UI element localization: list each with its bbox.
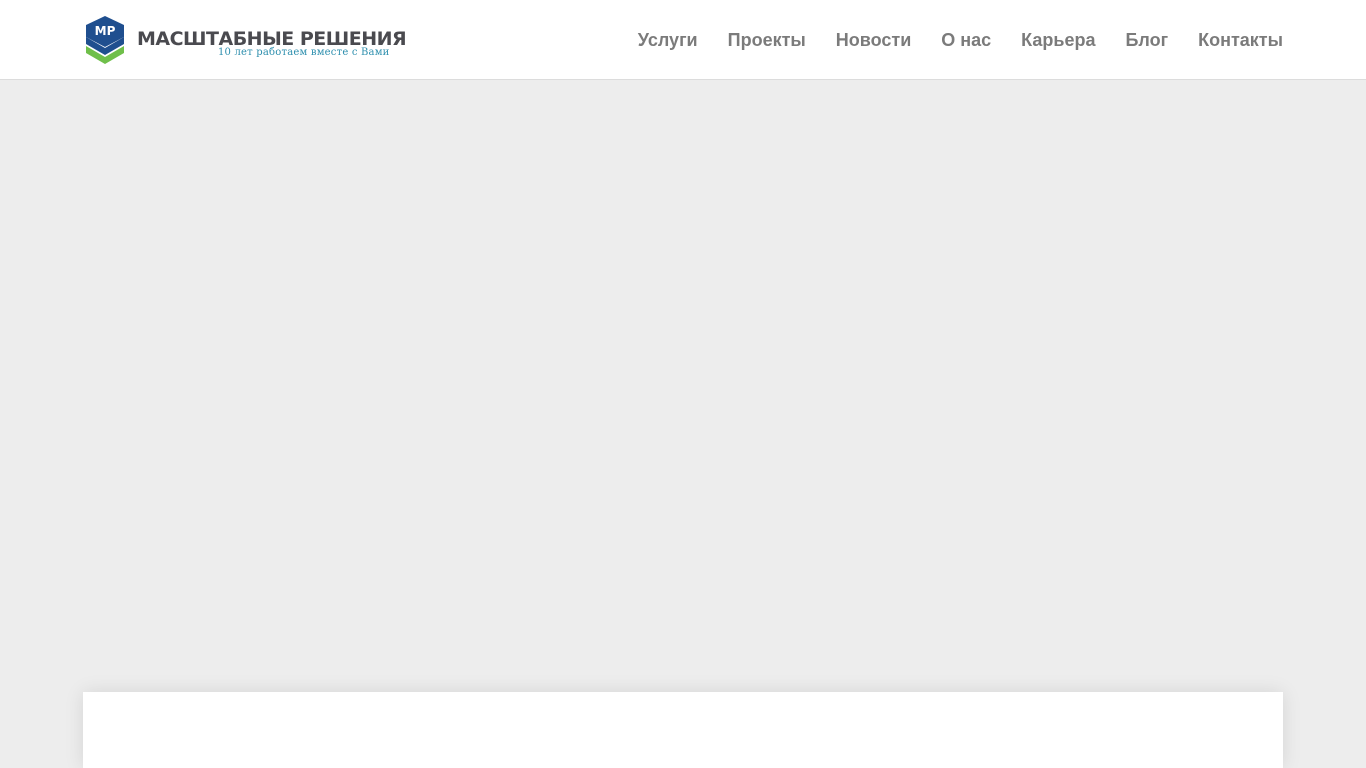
content-card: [83, 692, 1283, 768]
nav-item-blog[interactable]: Блог: [1125, 30, 1168, 51]
logo-mark-text: МР: [95, 24, 116, 38]
logo-mark-icon: МР: [86, 16, 124, 64]
nav-item-news[interactable]: Новости: [836, 30, 911, 51]
hero-banner: [0, 81, 1366, 692]
nav-item-about[interactable]: О нас: [941, 30, 991, 51]
logo-tagline: 10 лет работаем вместе с Вами: [218, 47, 390, 58]
main-nav: Услуги Проекты Новости О нас Карьера Бло…: [638, 0, 1283, 80]
nav-item-projects[interactable]: Проекты: [728, 30, 806, 51]
site-header: МР МАСШТАБНЫЕ РЕШЕНИЯ 10 лет работаем вм…: [0, 0, 1366, 80]
nav-item-career[interactable]: Карьера: [1021, 30, 1095, 51]
nav-item-services[interactable]: Услуги: [638, 30, 698, 51]
nav-item-contacts[interactable]: Контакты: [1198, 30, 1283, 51]
site-logo[interactable]: МР МАСШТАБНЫЕ РЕШЕНИЯ 10 лет работаем вм…: [84, 15, 407, 65]
